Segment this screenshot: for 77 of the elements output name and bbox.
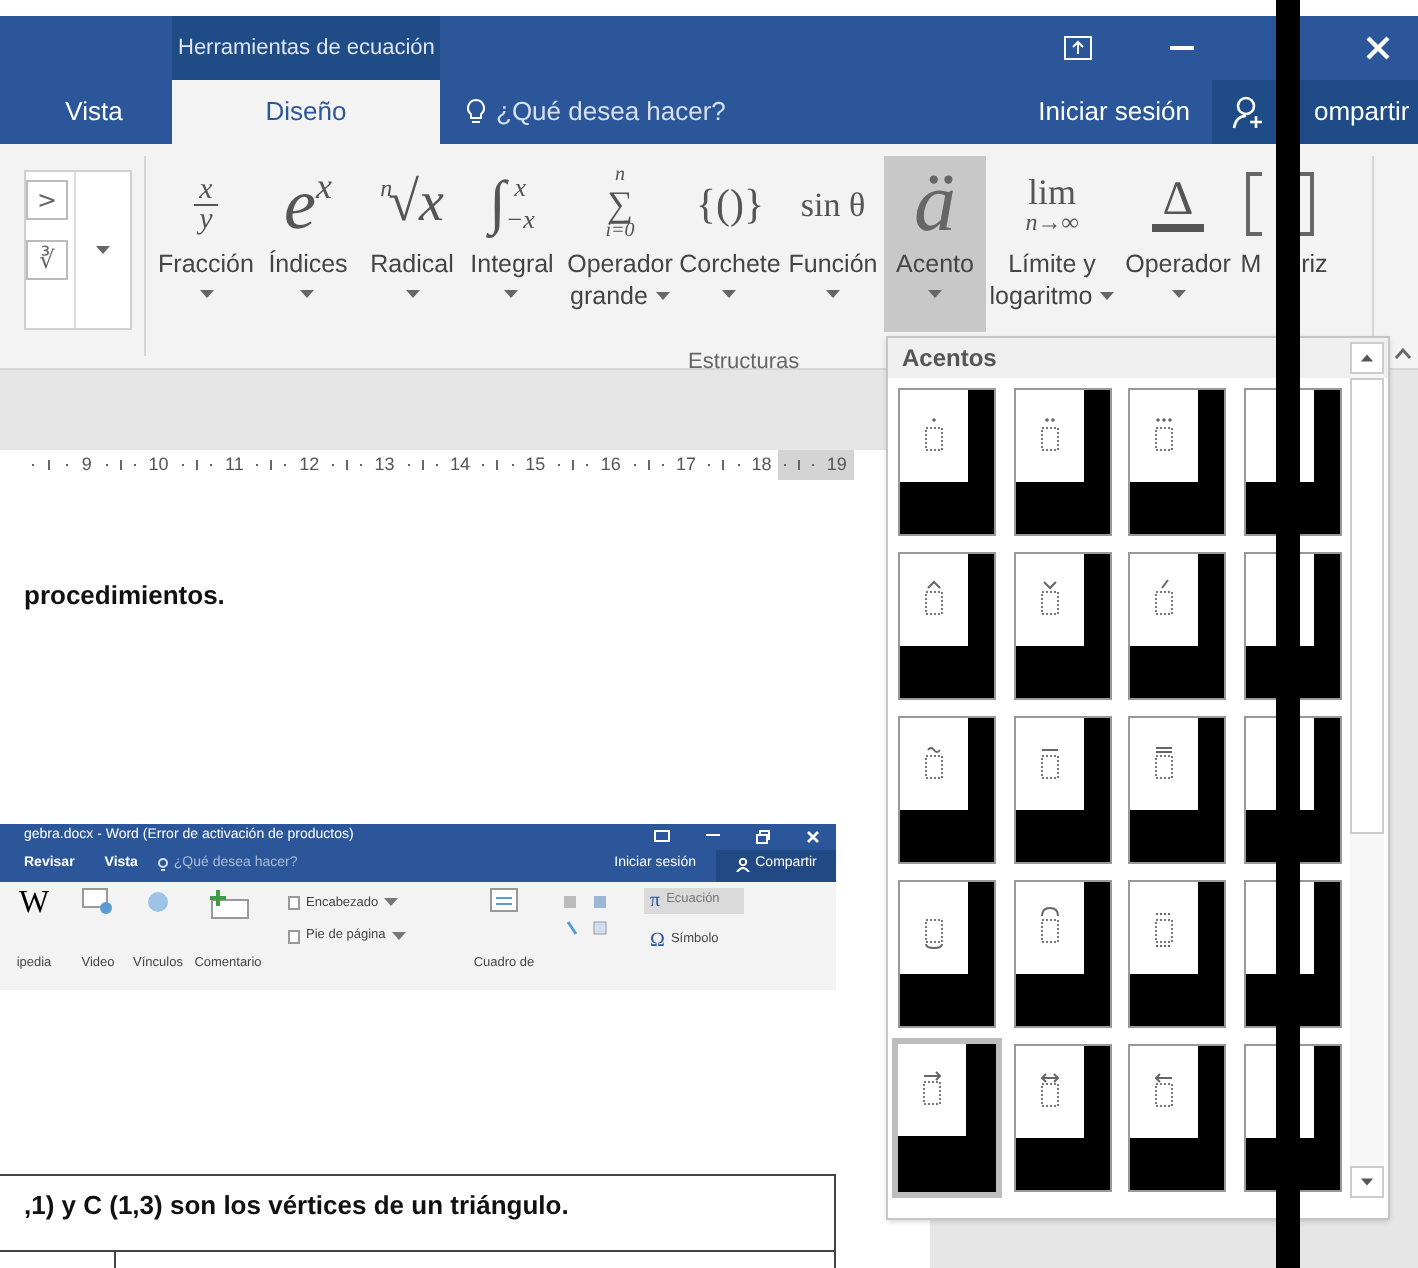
ribbon-button[interactable]: ä Acento xyxy=(884,156,986,332)
sign-in-link[interactable]: Iniciar sesión xyxy=(1038,80,1190,144)
add-person-icon xyxy=(1232,95,1266,129)
ribbon-button[interactable]: lim n→∞ Límite y logaritmo xyxy=(986,156,1118,332)
close-icon[interactable] xyxy=(806,829,820,843)
accent-tile[interactable] xyxy=(1128,716,1226,864)
accent-tile[interactable] xyxy=(898,1044,996,1192)
ruler-number: 12 xyxy=(299,451,320,478)
accent-tile[interactable] xyxy=(1013,552,1111,700)
ribbon-button[interactable]: sin θ Función xyxy=(782,156,884,332)
caret-icon xyxy=(96,246,110,254)
symbol-item[interactable]: ∛ xyxy=(26,240,68,280)
collapse-ribbon-icon[interactable] xyxy=(1394,348,1412,360)
restore-icon[interactable] xyxy=(756,829,770,843)
ruler-number: 19 xyxy=(826,451,847,478)
accent-tile[interactable] xyxy=(1013,388,1111,536)
document-text: procedimientos. xyxy=(24,578,227,614)
accent-tile[interactable] xyxy=(1128,880,1226,1028)
bracket-icon: {()} xyxy=(695,183,765,225)
accent-icon: ä xyxy=(914,162,956,246)
accent-tile[interactable] xyxy=(1128,388,1226,536)
comment-icon xyxy=(206,887,250,923)
text-box-icon xyxy=(490,887,518,911)
accent-tile[interactable] xyxy=(898,716,996,864)
accent-tile[interactable] xyxy=(898,552,996,700)
close-icon[interactable] xyxy=(1366,36,1390,60)
accent-tile[interactable] xyxy=(1128,552,1226,700)
table-cell: ,1) y C (1,3) son los vértices de un triángulo. xyxy=(24,1189,569,1219)
ribbon-tab[interactable]: Diseño xyxy=(172,80,440,144)
ribbon-button[interactable]: n ∑ i=0 Operador grande xyxy=(562,156,678,332)
pi-icon: π xyxy=(650,885,661,915)
video-icon xyxy=(82,887,114,915)
ribbon-display-icon[interactable] xyxy=(1064,36,1092,60)
symbol-gallery[interactable]: > ∛ xyxy=(24,170,132,330)
ribbon-button[interactable]: x y Fracción xyxy=(158,156,254,332)
ribbon-display-icon[interactable] xyxy=(654,830,670,842)
ruler-number: 18 xyxy=(751,451,772,478)
ruler-number: 11 xyxy=(225,451,244,478)
function-icon: sin θ xyxy=(800,187,866,221)
wiki-icon: W xyxy=(18,887,50,919)
ruler-number: 15 xyxy=(525,451,546,478)
accent-tile[interactable] xyxy=(1128,1044,1226,1192)
person-icon xyxy=(735,858,750,872)
accent-tile[interactable] xyxy=(898,388,996,536)
page-icon xyxy=(288,929,300,944)
tell-me-field[interactable]: ¿Qué desea hacer? xyxy=(466,80,726,144)
ruler-number: 9 xyxy=(81,451,92,478)
context-tab-group: Herramientas de ecuación xyxy=(172,16,440,80)
symbol-item[interactable]: > xyxy=(26,180,68,220)
lightbulb-icon xyxy=(466,98,486,126)
ruler-number: 13 xyxy=(374,451,395,478)
scroll-down-icon[interactable] xyxy=(1350,1166,1384,1198)
ruler-number: 17 xyxy=(676,451,697,478)
limit-icon: lim n→∞ xyxy=(1025,174,1079,234)
ribbon-button[interactable]: Δ Operador xyxy=(1118,156,1238,332)
caret-icon xyxy=(391,932,406,941)
group-label: Estructuras xyxy=(688,348,800,378)
scrollbar[interactable] xyxy=(1350,342,1384,1198)
lightbulb-icon xyxy=(157,858,168,872)
summation-icon: n ∑ i=0 xyxy=(605,166,635,242)
accent-tile[interactable] xyxy=(1013,1044,1111,1192)
accent-tile[interactable] xyxy=(1013,880,1111,1028)
ruler-number: 10 xyxy=(148,451,169,478)
accent-tile[interactable] xyxy=(898,880,996,1028)
ribbon-tab[interactable]: Vista xyxy=(0,80,172,144)
scroll-up-icon[interactable] xyxy=(1350,342,1384,374)
ruler-number: 14 xyxy=(449,451,470,478)
globe-icon xyxy=(142,887,174,915)
omega-icon: Ω xyxy=(650,925,665,955)
ruler-number: 16 xyxy=(600,451,621,478)
minimize-icon[interactable] xyxy=(706,834,720,838)
accent-tile[interactable] xyxy=(1013,716,1111,864)
page-icon xyxy=(288,895,300,910)
matrix-icon xyxy=(1246,172,1314,236)
ribbon-button[interactable]: {()} Corchete xyxy=(678,156,782,332)
ribbon-button[interactable]: M riz xyxy=(1238,156,1322,332)
caret-icon xyxy=(384,898,399,907)
